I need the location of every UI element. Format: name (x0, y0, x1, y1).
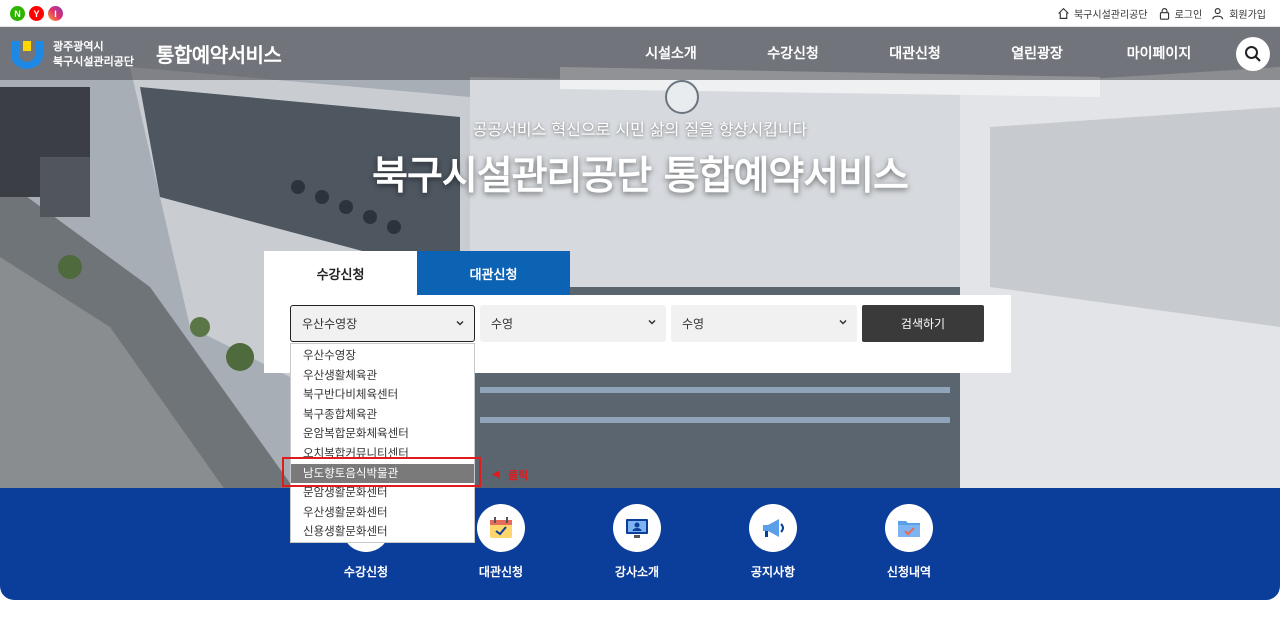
logo-emblem-icon (11, 41, 43, 69)
search-submit-button[interactable]: 검색하기 (862, 305, 984, 342)
login-link[interactable]: 로그인 (1158, 6, 1203, 21)
instructor-icon (613, 504, 661, 552)
nav-rental-apply[interactable]: 대관신청 (854, 43, 976, 63)
dropdown-option[interactable]: 북구반다비체육센터 (291, 385, 474, 405)
home-icon (1058, 7, 1069, 19)
dropdown-option[interactable]: 우산생활문화센터 (291, 503, 474, 523)
org-home-link[interactable]: 북구시설관리공단 (1057, 6, 1148, 21)
click-annotation-box (282, 457, 481, 487)
quick-label: 수강신청 (343, 565, 389, 579)
quick-label: 공지사항 (750, 565, 796, 579)
chevron-down-icon (648, 319, 656, 325)
facility-select-value: 우산수영장 (302, 317, 358, 331)
hero-subtitle: 공공서비스 혁신으로 시민 삶의 질을 향상시킵니다 (472, 120, 808, 139)
hero-background (0, 27, 1280, 497)
quick-label: 신청내역 (886, 565, 932, 579)
global-search-button[interactable] (1236, 37, 1270, 71)
quick-application-history[interactable]: 신청내역 (859, 504, 959, 580)
nav-facility-intro[interactable]: 시설소개 (610, 43, 732, 63)
user-plus-icon (1212, 8, 1224, 20)
main-nav: 시설소개 수강신청 대관신청 열린광장 마이페이지 (610, 43, 1220, 63)
org-home-label: 북구시설관리공단 (1073, 10, 1148, 21)
dropdown-option[interactable]: 운암복합문화체육센터 (291, 424, 474, 444)
signup-label: 회원가입 (1229, 10, 1266, 21)
annotation-label: 클릭 (508, 469, 529, 482)
instagram-icon[interactable]: I (48, 6, 63, 21)
login-label: 로그인 (1174, 10, 1203, 21)
category-select[interactable]: 수영 (480, 305, 666, 342)
signup-link[interactable]: 회원가입 (1212, 6, 1266, 21)
nav-mypage[interactable]: 마이페이지 (1098, 43, 1220, 63)
folder-check-icon (885, 504, 933, 552)
facility-select[interactable]: 우산수영장 (290, 305, 475, 342)
quick-instructor-intro[interactable]: 강사소개 (587, 504, 687, 580)
dropdown-option[interactable]: 북구종합체육관 (291, 405, 474, 425)
quick-label: 강사소개 (614, 565, 660, 579)
program-select[interactable]: 수영 (671, 305, 857, 342)
chevron-down-icon (839, 319, 847, 325)
lock-icon (1159, 8, 1169, 20)
search-tabs: 수강신청 대관신청 (264, 251, 570, 295)
program-select-value: 수영 (682, 317, 705, 331)
annotation-arrow-icon: ◀ (492, 469, 500, 480)
quick-menu-band: 수강신청 대관신청 강사소개 공지사항 신청내역 (0, 488, 1280, 600)
site-logo[interactable]: 광주광역시 북구시설관리공단 (9, 37, 134, 70)
facility-dropdown-list: 우산수영장 우산생활체육관 북구반다비체육센터 북구종합체육관 운암복합문화체육… (290, 343, 475, 543)
building-illustration (0, 27, 1280, 497)
util-links: 북구시설관리공단 로그인 회원가입 (1057, 6, 1266, 21)
hero-title: 북구시설관리공단 통합예약서비스 (372, 154, 909, 199)
social-links: N Y I (10, 6, 63, 21)
megaphone-icon (749, 504, 797, 552)
logo-line-2: 북구시설관리공단 (53, 54, 134, 68)
logo-line-1: 광주광역시 (53, 39, 104, 53)
naver-blog-icon[interactable]: N (10, 6, 25, 21)
quick-notice[interactable]: 공지사항 (723, 504, 823, 580)
dropdown-option[interactable]: 우산수영장 (291, 346, 474, 366)
youtube-icon[interactable]: Y (29, 6, 44, 21)
tab-course-apply[interactable]: 수강신청 (264, 251, 417, 295)
global-navigation: 광주광역시 북구시설관리공단 통합예약서비스 시설소개 수강신청 대관신청 열린… (0, 27, 1280, 80)
quick-label: 대관신청 (478, 565, 524, 579)
logo-text: 광주광역시 북구시설관리공단 (53, 39, 134, 69)
category-select-value: 수영 (491, 317, 514, 331)
calendar-icon (477, 504, 525, 552)
nav-open-square[interactable]: 열린광장 (976, 43, 1098, 63)
dropdown-option[interactable]: 우산생활체육관 (291, 366, 474, 386)
service-title[interactable]: 통합예약서비스 (156, 39, 282, 68)
utility-bar: N Y I 북구시설관리공단 로그인 회원가입 (0, 0, 1280, 27)
nav-course-apply[interactable]: 수강신청 (732, 43, 854, 63)
chevron-down-icon (456, 320, 464, 326)
search-icon (1245, 46, 1261, 62)
dropdown-option[interactable]: 신용생활문화센터 (291, 522, 474, 542)
tab-rental-apply[interactable]: 대관신청 (417, 251, 570, 295)
